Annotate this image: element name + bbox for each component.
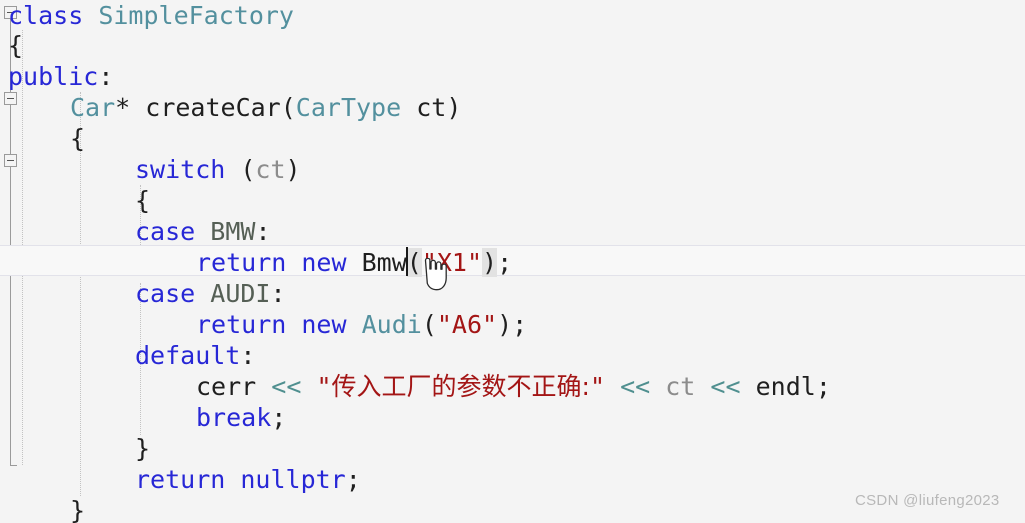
- code-token: public: [8, 62, 99, 91]
- code-token: );: [497, 310, 528, 339]
- code-line[interactable]: switch (ct): [135, 154, 301, 185]
- code-token: (: [421, 310, 437, 339]
- code-editor-window[interactable]: class SimpleFactory{public: Car* createCa…: [0, 0, 1025, 523]
- code-token: Audi: [361, 310, 422, 339]
- code-token: 传入工厂的参数不正确:: [331, 372, 590, 401]
- code-token: class: [8, 1, 99, 30]
- code-token: AUDI: [210, 279, 271, 308]
- code-token: ": [316, 372, 332, 401]
- code-token: :: [240, 341, 256, 370]
- code-token: return: [196, 310, 287, 339]
- code-token: default: [135, 341, 241, 370]
- code-token: "A6": [436, 310, 498, 339]
- code-token: case: [135, 279, 196, 308]
- code-token: ": [589, 372, 606, 401]
- code-token: <<: [271, 372, 302, 401]
- code-line[interactable]: {: [135, 185, 150, 216]
- code-line[interactable]: case AUDI:: [135, 278, 286, 309]
- code-token: endl: [755, 372, 816, 401]
- code-token: (: [406, 248, 422, 277]
- code-token: ;: [815, 372, 831, 401]
- code-token: {: [135, 186, 151, 215]
- code-token: {: [70, 124, 86, 153]
- code-token: BMW: [210, 217, 256, 246]
- code-token: return: [196, 248, 287, 277]
- code-token: ;: [345, 465, 361, 494]
- code-token: (: [225, 155, 256, 184]
- code-token: switch: [135, 155, 226, 184]
- code-line[interactable]: default:: [135, 340, 255, 371]
- code-token: ): [482, 248, 498, 277]
- code-token: "X1": [421, 248, 483, 277]
- code-token: nullptr: [240, 465, 346, 494]
- code-line[interactable]: {: [70, 123, 85, 154]
- code-token: case: [135, 217, 196, 246]
- code-token: CarType: [295, 93, 402, 122]
- code-token: }: [70, 496, 86, 523]
- code-token: cerr: [196, 372, 257, 401]
- code-token: <<: [710, 372, 741, 401]
- code-line[interactable]: class SimpleFactory: [8, 0, 294, 31]
- code-token: new: [301, 248, 347, 277]
- code-line[interactable]: return new Audi("A6");: [196, 309, 527, 340]
- code-token: :: [98, 62, 114, 91]
- code-line[interactable]: break;: [196, 402, 286, 433]
- code-token: :: [270, 279, 286, 308]
- code-line[interactable]: }: [135, 433, 150, 464]
- code-token: ct: [416, 93, 447, 122]
- code-text-area[interactable]: class SimpleFactory{public: Car* createCa…: [0, 0, 1025, 523]
- code-line[interactable]: return new Bmw("X1");: [196, 247, 512, 278]
- code-token: ;: [271, 403, 287, 432]
- code-token: break: [196, 403, 272, 432]
- code-token: <<: [620, 372, 651, 401]
- code-line[interactable]: {: [8, 30, 23, 61]
- code-line[interactable]: case BMW:: [135, 216, 271, 247]
- code-token: ): [446, 93, 462, 122]
- code-line[interactable]: cerr << "传入工厂的参数不正确:" << ct << endl;: [196, 371, 831, 402]
- code-line[interactable]: }: [70, 495, 85, 523]
- code-token: Bmw: [361, 248, 407, 277]
- code-token: }: [135, 434, 151, 463]
- csdn-watermark: CSDN @liufeng2023: [855, 492, 1000, 509]
- code-token: ): [285, 155, 301, 184]
- code-line[interactable]: return nullptr;: [135, 464, 361, 495]
- code-token: ct: [665, 372, 696, 401]
- code-token: *: [115, 93, 146, 122]
- code-token: :: [255, 217, 271, 246]
- code-token: createCar: [145, 93, 281, 122]
- code-token: ;: [497, 248, 513, 277]
- code-token: return: [135, 465, 226, 494]
- code-token: Car: [70, 93, 116, 122]
- code-token: (: [280, 93, 296, 122]
- code-token: SimpleFactory: [98, 1, 294, 30]
- code-token: new: [301, 310, 347, 339]
- code-line[interactable]: Car* createCar(CarType ct): [70, 92, 461, 123]
- text-caret: [406, 247, 408, 276]
- code-line[interactable]: public:: [8, 61, 113, 92]
- code-token: {: [8, 31, 24, 60]
- code-token: ct: [255, 155, 286, 184]
